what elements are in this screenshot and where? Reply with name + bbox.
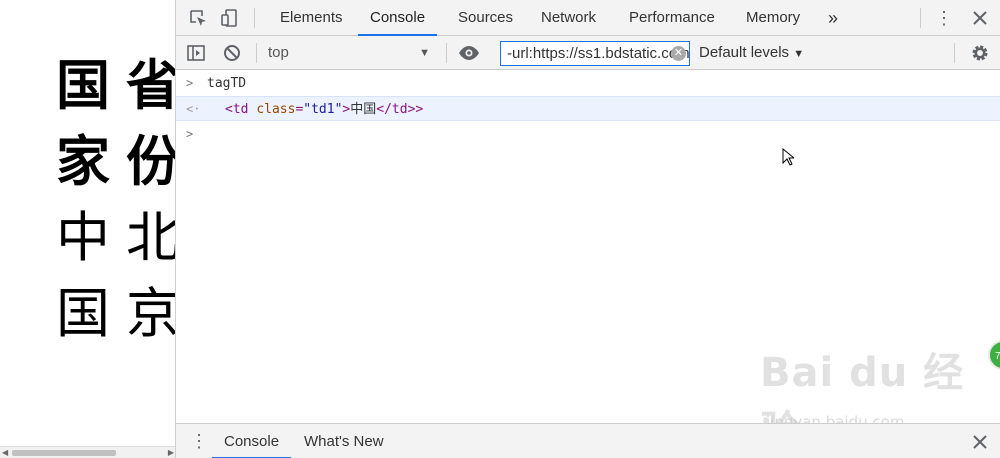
console-input-text: tagTD	[207, 76, 247, 91]
table-cell: 国	[56, 54, 110, 117]
divider	[920, 8, 921, 28]
chevron-down-icon: ▼	[419, 47, 430, 59]
table-cell: 中	[56, 206, 110, 269]
prompt-icon: >	[186, 127, 194, 141]
live-expression-eye-icon[interactable]	[458, 43, 479, 63]
tab-network[interactable]: Network	[539, 0, 598, 36]
tag-close: </td>	[376, 102, 416, 117]
divider	[254, 8, 255, 28]
table-cell: 份	[126, 130, 176, 193]
console-prompt-row[interactable]: >	[176, 122, 1000, 147]
devtools-tabbar: Elements Console Sources Network Perform…	[176, 0, 1000, 36]
scrollbar-thumb[interactable]	[12, 450, 116, 456]
table-row: 国 省	[56, 48, 176, 124]
page-viewport: 国 省 家 份 中 北 国 京 ◀ ▶	[0, 0, 176, 458]
table-row: 家 份	[56, 124, 176, 200]
sidebar-toggle-icon[interactable]	[186, 43, 206, 63]
devtools-panel: Elements Console Sources Network Perform…	[176, 0, 1000, 458]
tab-console[interactable]: Console	[358, 0, 438, 36]
context-select-value: top	[268, 44, 289, 61]
table-cell: 国	[56, 282, 110, 345]
table-cell: 京	[126, 282, 176, 345]
console-toolbar: top ▼ -url:https://ss1.bdstatic.com ✕ De…	[176, 36, 1000, 70]
table-cell: 北	[126, 206, 176, 269]
scroll-left-icon[interactable]: ◀	[2, 448, 8, 457]
drawer-tabbar: ⋮ Console What's New	[176, 423, 1000, 458]
tag-open: <td	[225, 102, 249, 117]
table-cell: 省	[126, 54, 176, 117]
device-toolbar-icon[interactable]	[220, 8, 240, 28]
drawer-tab-whats-new[interactable]: What's New	[304, 424, 384, 458]
divider	[954, 43, 955, 63]
chevron-right-icon: >	[186, 76, 194, 90]
chevron-down-icon: ▼	[793, 48, 805, 60]
tab-performance[interactable]: Performance	[627, 0, 717, 36]
scroll-right-icon[interactable]: ▶	[168, 448, 174, 457]
table-row: 中 北	[56, 200, 176, 276]
log-levels-dropdown[interactable]: Default levels ▼	[699, 42, 804, 65]
tab-sources[interactable]: Sources	[456, 0, 515, 36]
gear-icon[interactable]	[970, 43, 990, 63]
horizontal-scrollbar[interactable]: ◀ ▶	[0, 446, 175, 458]
context-select[interactable]: top ▼	[268, 42, 436, 64]
clear-filter-icon[interactable]: ✕	[671, 46, 686, 61]
kebab-menu-icon[interactable]: ⋮	[934, 8, 954, 28]
divider	[256, 43, 257, 63]
more-tabs-button[interactable]: »	[826, 0, 840, 36]
filter-input-value: -url:https://ss1.bdstatic.com	[507, 45, 690, 62]
element-text: 中国	[350, 102, 377, 117]
content-table: 国 省 家 份 中 北 国 京	[40, 48, 176, 352]
log-levels-label: Default levels	[699, 44, 790, 61]
drawer-menu-icon[interactable]: ⋮	[190, 431, 210, 451]
filter-input[interactable]: -url:https://ss1.bdstatic.com ✕	[500, 41, 690, 66]
table-cell: 家	[56, 130, 110, 193]
tab-memory[interactable]: Memory	[744, 0, 802, 36]
table-row: 国 京	[56, 276, 176, 352]
console-input-row: > tagTD	[176, 71, 1000, 96]
chevron-left-icon: <·	[186, 102, 201, 116]
console-result-row[interactable]: <· <td class="td1">中国</td>>	[176, 96, 1000, 121]
close-drawer-icon[interactable]	[970, 432, 990, 452]
clear-console-icon[interactable]	[222, 43, 242, 63]
result-element[interactable]: <td class="td1">中国</td>>	[225, 97, 423, 122]
tab-elements[interactable]: Elements	[278, 0, 345, 36]
drawer-tab-console[interactable]: Console	[212, 424, 292, 458]
divider	[446, 43, 447, 63]
attr-value: "td1"	[303, 102, 343, 117]
inspect-element-icon[interactable]	[188, 8, 208, 28]
attr-name: class	[256, 102, 296, 117]
mouse-cursor-icon	[782, 147, 796, 171]
close-icon[interactable]	[970, 8, 990, 28]
